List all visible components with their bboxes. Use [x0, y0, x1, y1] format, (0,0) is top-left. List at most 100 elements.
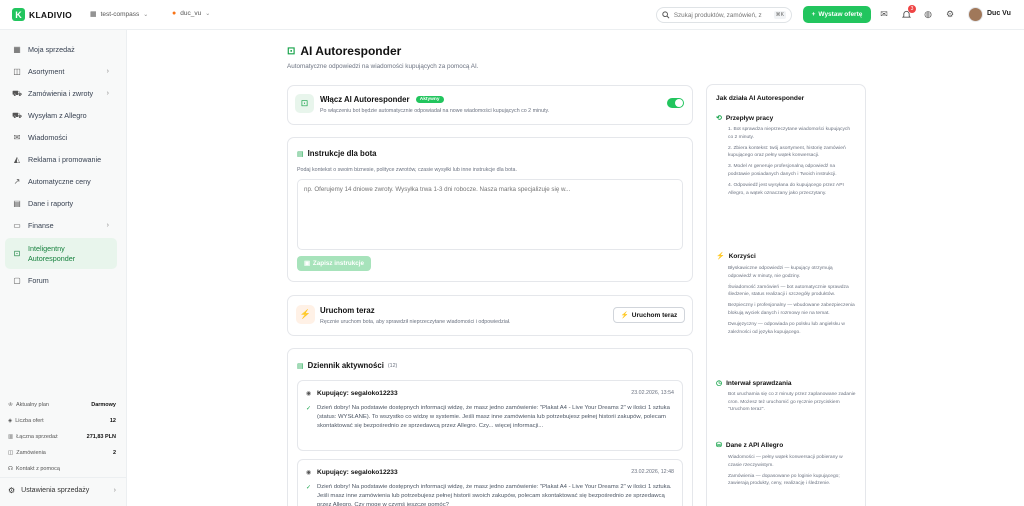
sidebar-item-zamowienia[interactable]: ⛟ Zamówienia i zwroty ›: [5, 84, 117, 103]
benefits-heading: ⚡ Korzyści: [716, 252, 756, 261]
activity-icon: ▤: [297, 362, 304, 370]
check-icon: ✓: [306, 406, 312, 412]
sidebar-item-label: Asortyment: [28, 67, 65, 76]
enable-title: Włącz AI Autoresponder Aktywny: [320, 95, 444, 104]
add-offer-label: Wystaw ofertę: [818, 11, 863, 18]
log-entry[interactable]: ◉ Kupujący: segaloko12233 23.02.2026, 13…: [297, 380, 683, 451]
sidebar-item-finanse[interactable]: ▭ Finanse ›: [5, 216, 117, 235]
instructions-description: Podaj kontekst o swoim biznesie, polityc…: [297, 167, 517, 173]
sidebar-item-asortyment[interactable]: ◫ Asortyment ›: [5, 62, 117, 81]
cart-icon: ⛟: [12, 88, 23, 98]
interval-heading: ◷ Interwał sprawdzania: [716, 379, 792, 388]
autoresponder-toggle[interactable]: [667, 98, 684, 108]
chevron-right-icon: ›: [113, 487, 116, 494]
benefits-list: Błyskawiczne odpowiedzi — kupujący otrzy…: [728, 265, 856, 340]
mail-icon[interactable]: ✉: [879, 9, 889, 19]
avatar[interactable]: [968, 7, 983, 22]
trend-icon: ↗: [13, 177, 21, 186]
user-icon: ◉: [306, 470, 312, 476]
stat-label: Zamówienia: [16, 450, 46, 456]
label-line-1: Inteligentny: [28, 243, 65, 253]
instructions-textarea[interactable]: [297, 179, 683, 250]
notification-count-badge: 3: [908, 5, 916, 13]
sidebar-item-label: Forum: [28, 276, 49, 285]
log-entry[interactable]: ◉ Kupujący: segaloko12233 23.02.2026, 12…: [297, 459, 683, 506]
chevron-right-icon: ›: [106, 68, 109, 75]
stat-value: Darmowy: [91, 402, 116, 408]
list-item: Wiadomości — pełny wątek konwersacji pob…: [728, 455, 843, 468]
wallet-icon: ▭: [13, 221, 21, 230]
chevron-right-icon: ›: [106, 222, 109, 229]
contact-support-link[interactable]: ☊ Kontakt z pomocą: [8, 466, 116, 472]
stat-label: Aktualny plan: [15, 402, 49, 408]
stat-orders: ◫ Zamówienia 2: [8, 450, 116, 456]
stat-label: Łączna sprzedaż: [16, 434, 58, 440]
document-icon: ▤: [297, 150, 304, 158]
sidebar-item-wiadomosci[interactable]: ✉ Wiadomości: [5, 128, 117, 147]
log-date: 23.02.2026, 12:48: [631, 469, 674, 475]
check-icon: ✓: [306, 485, 312, 491]
run-now-button[interactable]: ⚡ Uruchom teraz: [613, 307, 685, 323]
tag-icon: ◈: [8, 418, 13, 424]
save-instructions-button[interactable]: ▣ Zapisz instrukcje: [297, 256, 371, 271]
search-box[interactable]: ⌘K: [656, 7, 792, 23]
sidebar-item-automatyczne-ceny[interactable]: ↗ Automatyczne ceny: [5, 172, 117, 191]
api-list: Wiadomości — pełny wątek konwersacji pob…: [728, 454, 856, 491]
brand-name: KLADIVIO: [29, 9, 73, 20]
lightning-icon: ⚡: [620, 312, 629, 319]
sidebar-item-autoresponder[interactable]: ⊡ Inteligentny Autoresponder: [5, 238, 117, 269]
status-badge: Aktywny: [415, 96, 444, 104]
search-input[interactable]: [673, 11, 770, 19]
save-label: Zapisz instrukcje: [312, 260, 365, 267]
search-icon: [662, 11, 670, 19]
log-buyer: Kupujący: segaloko12233: [317, 390, 398, 397]
sidebar-item-label: Reklama i promowanie: [28, 155, 102, 164]
stat-label: Liczba ofert: [15, 418, 44, 424]
sidebar-item-dane-raporty[interactable]: ▤ Dane i raporty: [5, 194, 117, 213]
sidebar-item-label: Wiadomości: [28, 133, 68, 142]
list-item: 3. Model AI generuje profesjonalną odpow…: [728, 164, 837, 178]
search-shortcut: ⌘K: [773, 11, 786, 19]
run-description: Ręcznie uruchom bota, aby sprawdził niep…: [320, 319, 511, 325]
chevron-down-icon: ⌄: [205, 11, 211, 17]
log-more-link[interactable]: więcej informacji...: [495, 423, 543, 429]
building-icon: ▦: [90, 11, 97, 18]
chevron-right-icon: ›: [106, 90, 109, 97]
sidebar-item-label: Wysyłam z Allegro: [28, 111, 87, 120]
chat-icon: ▢: [13, 276, 21, 285]
gear-icon[interactable]: ⚙: [945, 9, 955, 19]
log-message: Dzień dobry! Na podstawie dostępnych inf…: [317, 484, 672, 506]
list-item: Bezpieczny i profesjonalny — wbudowane z…: [728, 303, 855, 317]
logo[interactable]: K KLADIVIO: [12, 8, 72, 21]
stat-value: 2: [112, 450, 116, 456]
run-title: Uruchom teraz: [320, 306, 375, 315]
log-text: Dzień dobry! Na podstawie dostępnych inf…: [317, 404, 673, 432]
settings-link[interactable]: ⚙ Ustawienia sprzedaży ›: [8, 486, 116, 495]
interval-title: Interwał sprawdzania: [726, 379, 792, 387]
globe-icon[interactable]: ◍: [923, 9, 933, 19]
file-icon: ▤: [13, 199, 21, 208]
truck-icon: ⛟: [12, 110, 23, 120]
list-item: 1. Bot sprawdza nieprzeczytane wiadomośc…: [728, 127, 851, 140]
sidebar-item-moja-sprzedaz[interactable]: ▦ Moja sprzedaż: [5, 40, 117, 59]
log-buyer: Kupujący: segaloko12233: [317, 469, 398, 476]
stat-label: Kontakt z pomocą: [15, 466, 60, 472]
box-icon: ◫: [13, 67, 21, 76]
user-name[interactable]: Duc Vu: [987, 10, 1011, 17]
workflow-icon: ⟲: [716, 115, 722, 122]
workspace-selector[interactable]: ▦ test-compass ⌄: [90, 10, 148, 19]
chart-icon: ▥: [8, 434, 14, 440]
instructions-title-text: Instrukcje dla bota: [307, 149, 377, 158]
activity-title-text: Dziennik aktywności: [307, 361, 384, 370]
sidebar-item-wysylam[interactable]: ⛟ Wysyłam z Allegro: [5, 106, 117, 125]
account-selector[interactable]: ● duc_vu ⌄: [172, 10, 210, 17]
mail-icon: ✉: [13, 133, 21, 142]
settings-label: Ustawienia sprzedaży: [21, 487, 90, 494]
enable-title-text: Włącz AI Autoresponder: [320, 95, 410, 104]
sidebar-item-reklama[interactable]: ◭ Reklama i promowanie: [5, 150, 117, 169]
sidebar-item-forum[interactable]: ▢ Forum: [5, 271, 117, 290]
megaphone-icon: ◭: [13, 155, 21, 164]
add-offer-button[interactable]: + Wystaw ofertę: [803, 6, 871, 23]
stat-value: 12: [109, 418, 116, 424]
plus-icon: +: [811, 11, 816, 18]
